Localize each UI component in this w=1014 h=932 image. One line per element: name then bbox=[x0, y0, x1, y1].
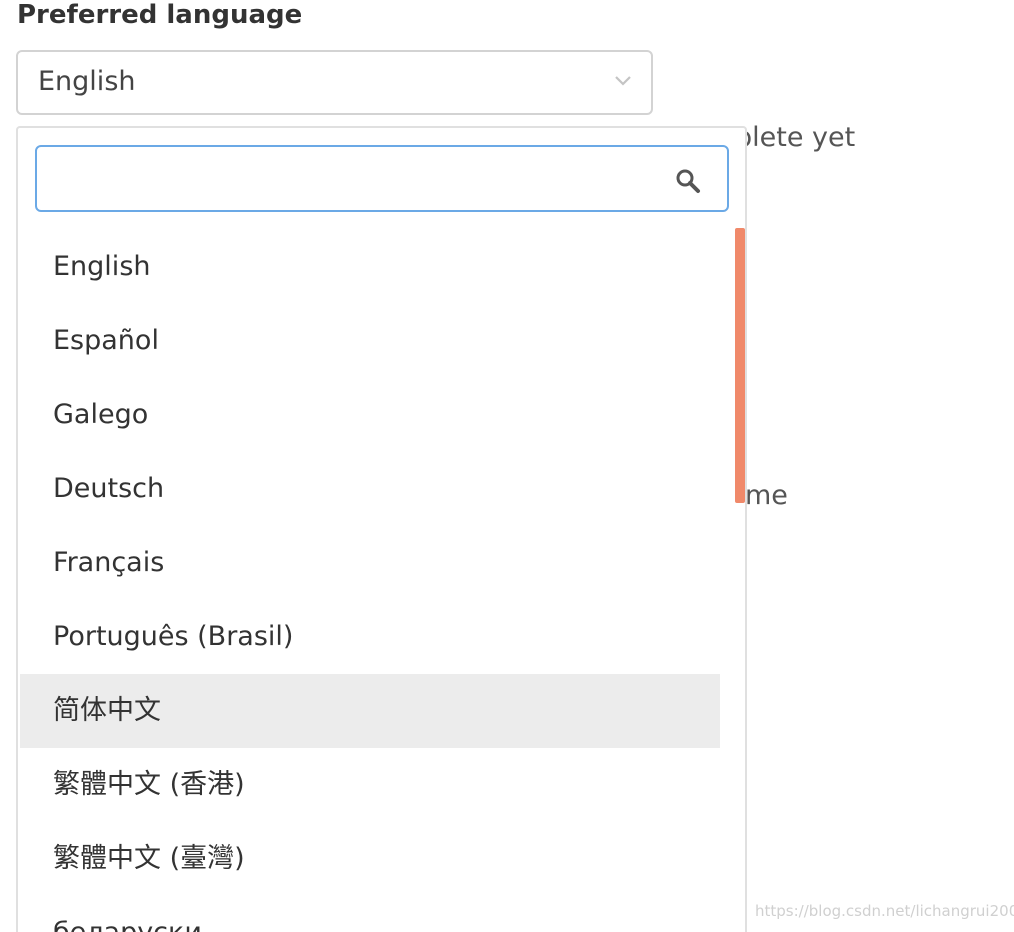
language-dropdown: English Español Galego Deutsch Français … bbox=[16, 126, 747, 932]
page: Preferred language English plete yet me … bbox=[0, 0, 1014, 932]
option-espanol[interactable]: Español bbox=[20, 304, 720, 378]
language-select-value: English bbox=[38, 66, 136, 97]
background-text-1: plete yet bbox=[735, 122, 856, 153]
chevron-down-icon bbox=[615, 76, 631, 86]
option-portugues-brasil[interactable]: Português (Brasil) bbox=[20, 600, 720, 674]
watermark: https://blog.csdn.net/lichangrui2009 bbox=[755, 902, 1014, 920]
option-english[interactable]: English bbox=[20, 230, 720, 304]
option-traditional-chinese-hk[interactable]: 繁體中文 (香港) bbox=[20, 748, 720, 822]
option-francais[interactable]: Français bbox=[20, 526, 720, 600]
option-traditional-chinese-tw[interactable]: 繁體中文 (臺灣) bbox=[20, 822, 720, 896]
option-simplified-chinese[interactable]: 简体中文 bbox=[20, 674, 720, 748]
search-input[interactable] bbox=[47, 155, 651, 203]
option-belarusian[interactable]: беларуски bbox=[20, 896, 720, 932]
search-icon bbox=[676, 169, 700, 193]
option-deutsch[interactable]: Deutsch bbox=[20, 452, 720, 526]
search-field[interactable] bbox=[35, 145, 729, 212]
scrollbar-thumb[interactable] bbox=[735, 228, 745, 503]
background-text-2: me bbox=[745, 480, 788, 511]
option-galego[interactable]: Galego bbox=[20, 378, 720, 452]
language-select[interactable]: English bbox=[16, 50, 653, 115]
preferred-language-label: Preferred language bbox=[17, 0, 303, 30]
option-list: English Español Galego Deutsch Français … bbox=[20, 230, 720, 932]
